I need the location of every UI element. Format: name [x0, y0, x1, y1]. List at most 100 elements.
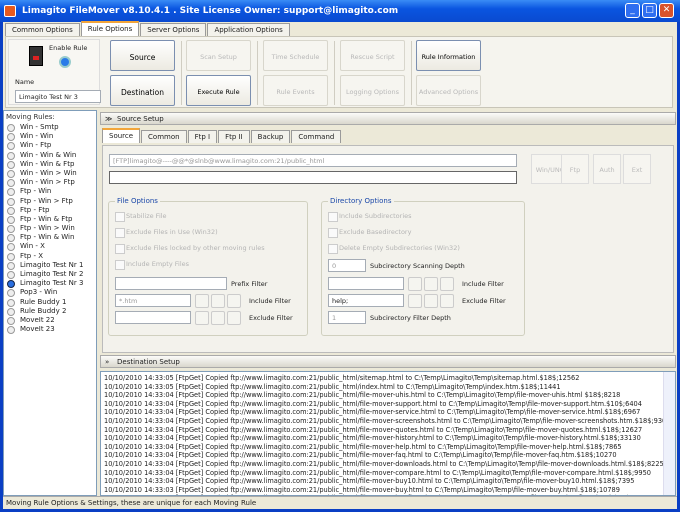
file-options-title: File Options	[115, 197, 160, 205]
advanced-options-button[interactable]: Advanced Options	[416, 75, 481, 106]
tab-application-options[interactable]: Application Options	[207, 23, 290, 36]
tab-ftp-1[interactable]: Ftp I	[187, 130, 218, 143]
rule-item[interactable]: Win - Win	[4, 132, 96, 142]
source-path-input-2[interactable]	[109, 171, 517, 184]
source-button[interactable]: Source	[110, 40, 175, 71]
source-path-input[interactable]: [FTP]limagito@----@@*@slnb@www.limagito.…	[109, 154, 517, 167]
filter-button[interactable]	[440, 277, 454, 291]
auth-button[interactable]: Auth	[593, 154, 621, 184]
rule-information-button[interactable]: Rule Information	[416, 40, 481, 71]
rule-icon	[7, 215, 15, 224]
rule-item[interactable]: Ftp - Win & Win	[4, 233, 96, 243]
destination-setup-header[interactable]: » Destination Setup	[100, 355, 676, 368]
scan-setup-button[interactable]: Scan Setup	[186, 40, 251, 71]
ftp-button[interactable]: Ftp	[561, 154, 589, 184]
directory-options-group: Directory Options Include Subdirectories…	[321, 197, 525, 336]
rule-item[interactable]: Win - X	[4, 242, 96, 252]
rule-item[interactable]: Rule Buddy 1	[4, 298, 96, 307]
tab-backup[interactable]: Backup	[250, 130, 291, 143]
dir-include-filter-input[interactable]	[328, 277, 404, 290]
rule-item[interactable]: Win - Win & Ftp	[4, 160, 96, 169]
rule-item[interactable]: Limagito Test Nr 1	[4, 261, 96, 270]
directory-options-title: Directory Options	[328, 197, 394, 205]
rule-item[interactable]: Limagito Test Nr 3	[4, 279, 96, 289]
filter-button[interactable]	[424, 277, 438, 291]
close-button[interactable]: ✕	[659, 3, 674, 18]
rule-label: MoveIt 23	[20, 325, 55, 334]
rule-item[interactable]: Ftp - Win > Win	[4, 224, 96, 234]
rule-name-input[interactable]: Limagito Test Nr 3	[15, 90, 101, 103]
rule-item[interactable]: Win - Ftp	[4, 141, 96, 151]
filter-depth-input[interactable]: 1	[328, 311, 366, 324]
rule-item[interactable]: Rule Buddy 2	[4, 307, 96, 316]
switch-icon[interactable]	[29, 46, 43, 66]
stabilize-file-checkbox[interactable]: Stabilize File	[115, 212, 167, 222]
filter-button[interactable]	[408, 277, 422, 291]
rule-item[interactable]: MoveIt 23	[4, 325, 96, 335]
delete-empty-subdirs-checkbox[interactable]: Delete Empty Subdirectories (Win32)	[328, 244, 460, 254]
log-line: 10/10/2010 14:33:05 [FtpGet] Copied ftp:…	[104, 382, 561, 391]
rule-item[interactable]: Ftp - Ftp	[4, 206, 96, 215]
exclude-filter-input[interactable]	[115, 311, 191, 324]
execute-rule-button[interactable]: Execute Rule	[186, 75, 251, 106]
destination-button[interactable]: Destination	[110, 75, 175, 106]
rule-item[interactable]: Ftp - Win & Ftp	[4, 215, 96, 224]
filter-button[interactable]	[211, 311, 225, 325]
rule-item[interactable]: Win - Win > Ftp	[4, 178, 96, 188]
exclude-in-use-checkbox[interactable]: Exclude Files in Use (Win32)	[115, 228, 218, 238]
rule-item[interactable]: Win - Win > Win	[4, 169, 96, 178]
rule-icon	[7, 316, 15, 325]
filter-button[interactable]	[227, 311, 241, 325]
rule-icon	[7, 142, 15, 151]
tab-command[interactable]: Command	[291, 130, 342, 143]
filter-button[interactable]	[227, 294, 241, 308]
filter-button[interactable]	[408, 294, 422, 308]
rule-item[interactable]: Win - Smtp	[4, 123, 96, 132]
filter-button[interactable]	[424, 294, 438, 308]
minimize-button[interactable]: _	[625, 3, 640, 18]
exclude-basedirectory-checkbox[interactable]: Exclude Basedirectory	[328, 228, 411, 238]
rule-icon	[7, 289, 15, 298]
filter-button[interactable]	[195, 294, 209, 308]
rule-icon	[7, 160, 15, 169]
rule-icon	[7, 133, 15, 142]
rule-label: Rule Buddy 1	[20, 297, 67, 306]
ext-button[interactable]: Ext	[623, 154, 651, 184]
time-schedule-button[interactable]: Time Schedule	[263, 40, 328, 71]
include-empty-checkbox[interactable]: Include Empty Files	[115, 260, 189, 270]
maximize-button[interactable]: □	[642, 3, 657, 18]
tab-ftp-2[interactable]: Ftp II	[218, 130, 250, 143]
rule-item[interactable]: Limagito Test Nr 2	[4, 270, 96, 279]
scan-depth-input[interactable]: 0	[328, 259, 366, 272]
filter-button[interactable]	[440, 294, 454, 308]
tab-common-options[interactable]: Common Options	[5, 23, 80, 36]
rule-item[interactable]: Win - Win & Win	[4, 151, 96, 160]
log-scrollbar[interactable]	[663, 372, 675, 495]
include-filter-input[interactable]: *.htm	[115, 294, 191, 307]
exclude-filter-label: Exclude Filter	[249, 314, 293, 322]
tab-source[interactable]: Source	[102, 128, 141, 143]
rule-item[interactable]: Ftp - Win	[4, 187, 96, 197]
rule-item[interactable]: Pop3 - Win	[4, 288, 96, 298]
filter-button[interactable]	[195, 311, 209, 325]
filter-button[interactable]	[211, 294, 225, 308]
log-view[interactable]: 10/10/2010 14:33:05 [FtpGet] Copied ftp:…	[100, 371, 676, 496]
tab-rule-options[interactable]: Rule Options	[80, 21, 140, 36]
rule-item[interactable]: Ftp - Win > Ftp	[4, 197, 96, 206]
prefix-filter-input[interactable]	[115, 277, 227, 290]
file-options-group: File Options Stabilize File Exclude File…	[108, 197, 308, 336]
enable-rule-toggle-icon[interactable]	[59, 56, 71, 68]
include-filter-label: Include Filter	[249, 297, 291, 305]
source-setup-header[interactable]: ≫ Source Setup	[100, 112, 676, 125]
exclude-locked-checkbox[interactable]: Exclude Files locked by other moving rul…	[115, 244, 265, 254]
rule-item[interactable]: Ftp - X	[4, 252, 96, 261]
rule-events-button[interactable]: Rule Events	[263, 75, 328, 106]
rescue-script-button[interactable]: Rescue Script	[340, 40, 405, 71]
dir-exclude-filter-input[interactable]: help;	[328, 294, 404, 307]
rule-item[interactable]: MoveIt 22	[4, 316, 96, 325]
tab-server-options[interactable]: Server Options	[140, 23, 207, 36]
logging-options-button[interactable]: Logging Options	[340, 75, 405, 106]
tab-common[interactable]: Common	[141, 130, 187, 143]
dir-exclude-filter-label: Exclude Filter	[462, 297, 506, 305]
include-subdirectories-checkbox[interactable]: Include Subdirectories	[328, 212, 412, 222]
